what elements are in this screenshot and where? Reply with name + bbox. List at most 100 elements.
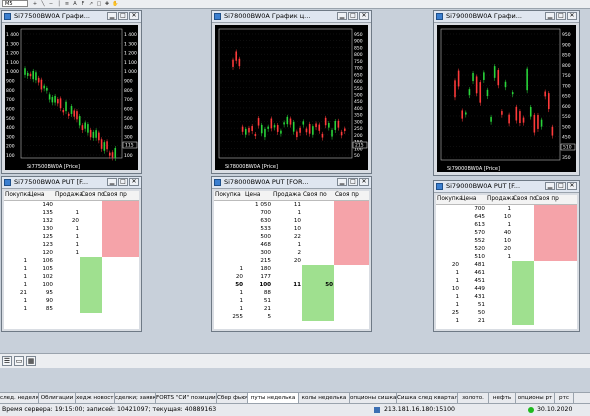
- ask-row[interactable]: 140: [4, 201, 139, 209]
- bid-row[interactable]: 1 90: [4, 297, 139, 305]
- bid-row[interactable]: 25 50: [436, 309, 577, 317]
- minimize-button[interactable]: ▁: [107, 12, 117, 20]
- ask-row[interactable]: 135 1: [4, 209, 139, 217]
- bid-row[interactable]: 1 51: [436, 301, 577, 309]
- column-header[interactable]: Своя по: [303, 191, 327, 200]
- quotes-window-3-titlebar[interactable]: Si79000BW0A PUT [F... ▁ □ ✕: [434, 181, 579, 193]
- ask-row[interactable]: 570 40: [436, 229, 577, 237]
- ask-row[interactable]: 630 10: [214, 217, 369, 225]
- column-header[interactable]: Цена: [461, 195, 476, 204]
- quotes-window-1-titlebar[interactable]: Si77500BW0A PUT [F... ▁ □ ✕: [2, 177, 141, 189]
- ask-row[interactable]: 500 22: [214, 233, 369, 241]
- minimize-button[interactable]: ▁: [337, 178, 347, 186]
- quotes-table-3[interactable]: Покупка Цена Продажа Своя по Своя пр 700 1 645 1…: [436, 195, 577, 329]
- minimize-button[interactable]: ▁: [545, 12, 555, 20]
- bid-row[interactable]: 21 95: [4, 289, 139, 297]
- bid-row[interactable]: 1 461: [436, 269, 577, 277]
- ask-row[interactable]: 215 20: [214, 257, 369, 265]
- crosshair-icon[interactable]: +: [32, 1, 38, 7]
- column-header[interactable]: Покупка: [215, 191, 241, 200]
- hand-tool-icon[interactable]: ✋: [112, 1, 118, 7]
- maximize-button[interactable]: □: [556, 182, 566, 190]
- window-list-icon[interactable]: ☰: [2, 356, 12, 366]
- quotes-window-2-titlebar[interactable]: Si78000BW0A PUT [FOR... ▁ □ ✕: [212, 177, 371, 189]
- column-header[interactable]: Своя пр: [535, 195, 559, 204]
- minimize-button[interactable]: ▁: [107, 178, 117, 186]
- chart-window-1-titlebar[interactable]: Si77500BW0A Графи... ▁ □ ✕: [2, 11, 141, 23]
- table-header[interactable]: Покупка Цена Продажа Своя по Своя пр: [436, 195, 577, 205]
- bid-row[interactable]: 1 21: [214, 305, 369, 313]
- close-button[interactable]: ✕: [567, 12, 577, 20]
- bid-row[interactable]: 10 449: [436, 285, 577, 293]
- minimize-button[interactable]: ▁: [545, 182, 555, 190]
- column-header[interactable]: Своя по: [81, 191, 105, 200]
- bid-row[interactable]: 1 51: [214, 297, 369, 305]
- bid-row[interactable]: 1 88: [214, 289, 369, 297]
- ask-row[interactable]: 700 1: [214, 209, 369, 217]
- ask-row[interactable]: 533 10: [214, 225, 369, 233]
- ask-row[interactable]: 510 1: [436, 253, 577, 261]
- timeframe-select[interactable]: M5: [2, 0, 28, 7]
- channel-tool-icon[interactable]: ≡: [64, 1, 70, 7]
- rect-tool-icon[interactable]: □: [96, 1, 102, 7]
- column-header[interactable]: Продажа: [55, 191, 83, 200]
- column-header[interactable]: Своя по: [513, 195, 537, 204]
- ask-row[interactable]: 130 1: [4, 225, 139, 233]
- quotes-table-2[interactable]: Покупка Цена Продажа Своя по Своя пр 1 050 11 7…: [214, 191, 369, 329]
- maximize-button[interactable]: □: [348, 178, 358, 186]
- bid-row[interactable]: 1 102: [4, 273, 139, 281]
- ask-row[interactable]: 613 1: [436, 221, 577, 229]
- column-header[interactable]: Цена: [245, 191, 260, 200]
- minimize-button[interactable]: ▁: [337, 12, 347, 20]
- bid-row[interactable]: 20 177: [214, 273, 369, 281]
- quotes-table-1[interactable]: Покупка Цена Продажа Своя по Своя пр 140 135 1 1…: [4, 191, 139, 329]
- maximize-button[interactable]: □: [118, 178, 128, 186]
- maximize-button[interactable]: □: [118, 12, 128, 20]
- bid-row[interactable]: 1 100: [4, 281, 139, 289]
- bid-row[interactable]: 50 100 11 50: [214, 281, 369, 289]
- ask-row[interactable]: 700 1: [436, 205, 577, 213]
- restore-window-icon[interactable]: ▭: [14, 356, 24, 366]
- ask-row[interactable]: 120 1: [4, 249, 139, 257]
- table-header[interactable]: Покупка Цена Продажа Своя по Своя пр: [4, 191, 139, 201]
- text-tool-icon[interactable]: A: [72, 1, 78, 7]
- column-header[interactable]: Продажа: [487, 195, 515, 204]
- price-chart-2[interactable]: 950 900 850 800 750 700 650 600 550 500 450 400 350 3…: [215, 25, 368, 170]
- ask-row[interactable]: 645 10: [436, 213, 577, 221]
- ask-row[interactable]: 468 1: [214, 241, 369, 249]
- bid-row[interactable]: 1 21: [436, 317, 577, 325]
- ask-row[interactable]: 552 10: [436, 237, 577, 245]
- ask-row[interactable]: 132 20: [4, 217, 139, 225]
- close-button[interactable]: ✕: [359, 12, 369, 20]
- ask-row[interactable]: 123 1: [4, 241, 139, 249]
- column-header[interactable]: Своя пр: [335, 191, 359, 200]
- tile-windows-icon[interactable]: ▦: [26, 356, 36, 366]
- maximize-button[interactable]: □: [348, 12, 358, 20]
- ask-row[interactable]: 1 050 11: [214, 201, 369, 209]
- close-button[interactable]: ✕: [359, 178, 369, 186]
- close-button[interactable]: ✕: [129, 12, 139, 20]
- column-header[interactable]: Покупка: [5, 191, 31, 200]
- ask-row[interactable]: 125 1: [4, 233, 139, 241]
- bid-row[interactable]: 1 180: [214, 265, 369, 273]
- bid-row[interactable]: 1 105: [4, 265, 139, 273]
- table-header[interactable]: Покупка Цена Продажа Своя по Своя пр: [214, 191, 369, 201]
- line-tool-icon[interactable]: ╲: [40, 1, 46, 7]
- bid-row[interactable]: 1 85: [4, 305, 139, 313]
- column-header[interactable]: Покупка: [437, 195, 463, 204]
- ask-row[interactable]: 300 2: [214, 249, 369, 257]
- bid-row[interactable]: 1 106: [4, 257, 139, 265]
- fibo-tool-icon[interactable]: F: [80, 1, 86, 7]
- ask-row[interactable]: 520 20: [436, 245, 577, 253]
- column-header[interactable]: Продажа: [273, 191, 301, 200]
- cross-tool-icon[interactable]: ✚: [104, 1, 110, 7]
- close-button[interactable]: ✕: [129, 178, 139, 186]
- bid-row[interactable]: 1 431: [436, 293, 577, 301]
- price-chart-3[interactable]: 950900850800750700650600550500450400350S…: [437, 25, 576, 172]
- chart-window-2-titlebar[interactable]: Si78000BW0A График ц... ▁ □ ✕: [212, 11, 371, 23]
- bid-row[interactable]: 20 481: [436, 261, 577, 269]
- hline-tool-icon[interactable]: ─: [48, 1, 54, 7]
- vline-tool-icon[interactable]: │: [56, 1, 62, 7]
- bid-row[interactable]: 1 451: [436, 277, 577, 285]
- bid-row[interactable]: 255 5: [214, 313, 369, 321]
